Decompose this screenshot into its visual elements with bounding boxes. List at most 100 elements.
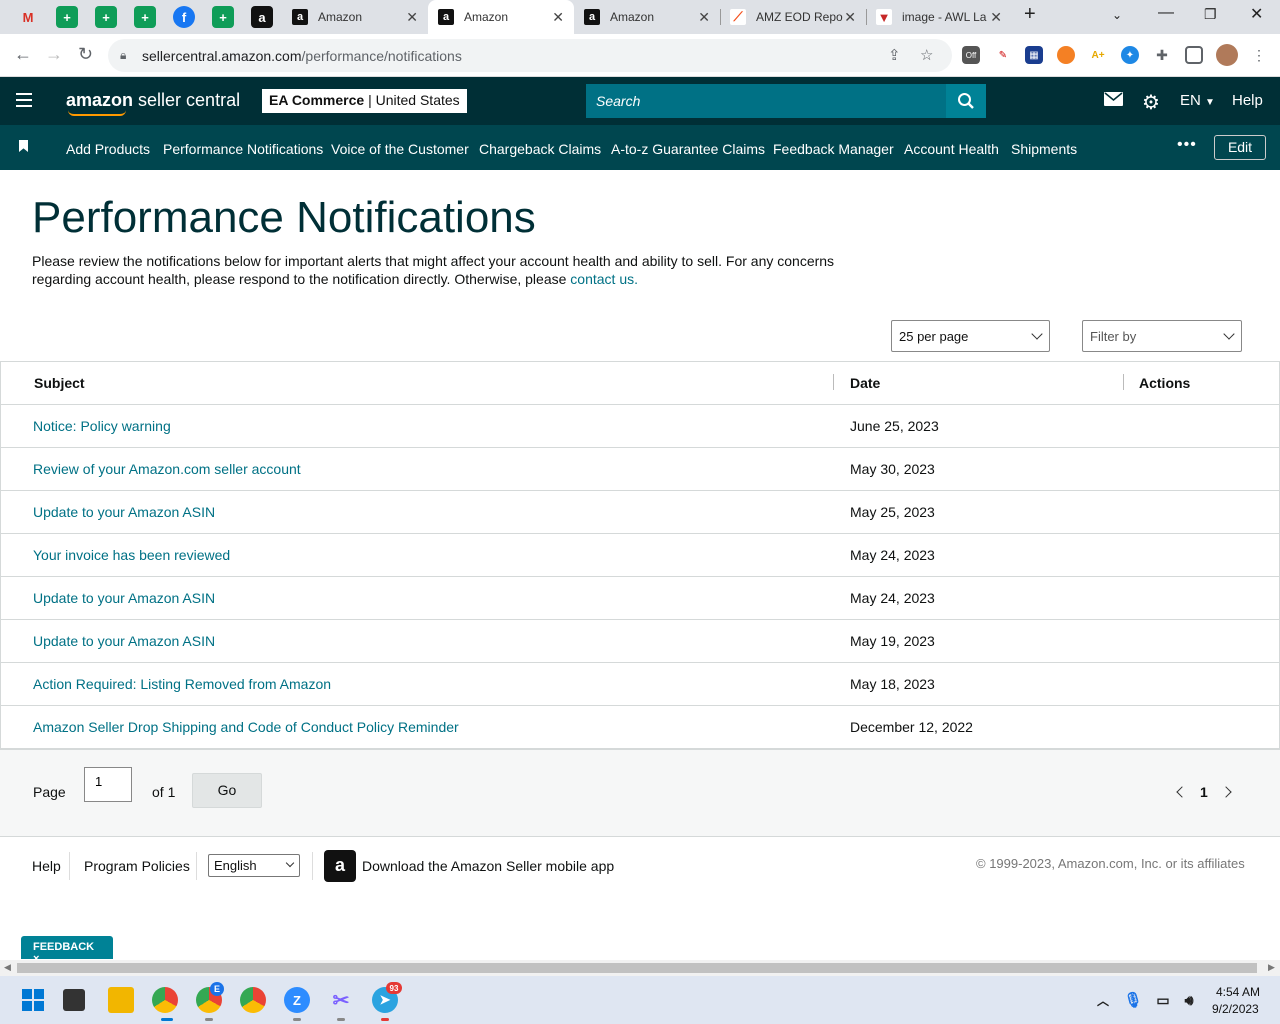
more-options-icon[interactable]: ••• [1177,136,1197,154]
reload-icon[interactable]: ↻ [78,44,93,65]
browser-tab[interactable]: a Amazon ✕ [282,0,428,34]
close-tab-icon[interactable]: ✕ [844,9,856,26]
close-tab-icon[interactable]: ✕ [990,9,1002,26]
seller-central-logo[interactable]: amazon seller central [66,90,240,116]
search-input[interactable]: Search [586,84,946,118]
close-tab-icon[interactable]: ✕ [406,9,418,26]
restore-icon[interactable]: ❐ [1204,6,1217,23]
scrollbar-thumb[interactable] [17,963,1257,973]
scroll-right-icon[interactable]: ▶ [1268,962,1275,973]
chevron-up-icon[interactable]: ︿ [1090,987,1116,1013]
tab-search-chevron-icon[interactable]: ⌄ [1112,8,1122,22]
clock-time[interactable]: 4:54 AM [1216,985,1260,999]
notification-subject-link[interactable]: Notice: Policy warning [33,418,171,434]
nav-item-chargeback-claims[interactable]: Chargeback Claims [479,141,601,157]
browser-tab[interactable]: a Amazon ✕ [574,0,720,34]
close-tab-icon[interactable]: ✕ [698,9,710,26]
notification-subject-link[interactable]: Your invoice has been reviewed [33,547,230,563]
nav-item-feedback-manager[interactable]: Feedback Manager [773,141,894,157]
notification-subject-link[interactable]: Review of your Amazon.com seller account [33,461,301,477]
profile-avatar[interactable] [1216,44,1238,66]
help-link[interactable]: Help [1232,92,1263,109]
chrome-profile-icon[interactable]: E [196,982,224,1013]
nav-item-voice-of-customer[interactable]: Voice of the Customer [331,141,469,157]
close-tab-icon[interactable]: ✕ [552,9,564,26]
extension-icon[interactable]: ✦ [1121,46,1139,64]
settings-gear-icon[interactable]: ⚙ [1142,90,1160,115]
windows-start-icon[interactable] [20,987,46,1013]
scroll-left-icon[interactable]: ◀ [4,962,11,973]
task-view-icon[interactable] [63,989,85,1011]
chrome-icon[interactable] [240,987,266,1013]
extension-icon[interactable]: ▦ [1025,46,1043,64]
nav-item-performance-notifications[interactable]: Performance Notifications [163,141,323,157]
footer-help-link[interactable]: Help [32,858,61,874]
back-arrow-icon[interactable]: ← [14,44,32,65]
volume-icon[interactable]: 🔊︎ [1176,987,1202,1013]
bookmark-star-icon[interactable]: ☆ [920,46,933,64]
minimize-icon[interactable]: — [1158,4,1174,22]
edit-nav-button[interactable]: Edit [1214,135,1266,160]
browser-tab[interactable]: ⟋ AMZ EOD Repo ✕ [720,0,866,34]
notification-subject-link[interactable]: Action Required: Listing Removed from Am… [33,676,331,692]
horizontal-scrollbar[interactable]: ◀ ▶ [0,960,1280,976]
extensions-puzzle-icon[interactable]: ✚ [1153,46,1171,64]
search-button[interactable] [946,84,986,118]
filter-select[interactable]: Filter by [1082,320,1242,352]
browser-menu-icon[interactable]: ⋮ [1250,46,1268,64]
browser-tab-active[interactable]: a Amazon ✕ [428,0,574,34]
side-panel-icon[interactable] [1185,46,1203,64]
extension-icon[interactable]: A+ [1089,46,1107,64]
gmail-pinned-tab-icon[interactable]: M [17,6,39,28]
sheets-pinned-tab-icon[interactable]: + [212,6,234,28]
page-number-input[interactable]: 1 [84,767,132,802]
extension-icon[interactable]: ✎ [994,46,1012,64]
previous-page-icon[interactable] [1176,786,1188,798]
nav-item-atoz-claims[interactable]: A-to-z Guarantee Claims [611,141,765,157]
share-icon[interactable]: ⇪ [888,46,901,64]
extension-icon[interactable] [1057,46,1075,64]
snipping-tool-icon[interactable]: ✂ [328,987,354,1013]
forward-arrow-icon[interactable]: → [45,44,63,65]
download-app-link[interactable]: Download the Amazon Seller mobile app [362,858,614,874]
notification-subject-link[interactable]: Amazon Seller Drop Shipping and Code of … [33,719,459,735]
sheets-pinned-tab-icon[interactable]: + [95,6,117,28]
notification-subject-link[interactable]: Update to your Amazon ASIN [33,590,215,606]
bookmark-icon[interactable] [19,140,28,152]
notification-subject-link[interactable]: Update to your Amazon ASIN [33,633,215,649]
nav-item-add-products[interactable]: Add Products [66,141,150,157]
sheets-pinned-tab-icon[interactable]: + [56,6,78,28]
amazon-pinned-tab-icon[interactable]: a [251,6,273,28]
facebook-pinned-tab-icon[interactable]: f [173,6,195,28]
file-explorer-icon[interactable] [108,987,134,1013]
footer-program-policies-link[interactable]: Program Policies [84,858,190,874]
store-selector[interactable]: EA Commerce | United States [262,89,467,113]
feedback-tab[interactable]: FEEDBACK × [21,936,113,965]
next-page-icon[interactable] [1220,786,1232,798]
amazon-seller-app-icon[interactable]: a [324,850,356,882]
footer-language-select[interactable]: English [208,854,300,877]
new-tab-icon[interactable]: + [1024,3,1036,26]
browser-tab[interactable]: ▼ image - AWL La ✕ [866,0,1012,34]
go-button[interactable]: Go [192,773,262,808]
nav-item-account-health[interactable]: Account Health [904,141,999,157]
clock-date[interactable]: 9/2/2023 [1212,1002,1259,1016]
zoom-icon[interactable]: Z [284,987,310,1013]
chrome-icon[interactable] [152,987,178,1013]
column-header-date[interactable]: Date [850,375,880,391]
contact-us-link[interactable]: contact us. [570,271,638,287]
address-bar[interactable]: 🔒︎ sellercentral.amazon.com/performance/… [108,39,952,72]
microphone-icon[interactable]: 🎙︎ [1120,987,1146,1013]
nav-item-shipments[interactable]: Shipments [1011,141,1077,157]
telegram-icon[interactable]: ➤ 93 [372,982,402,1013]
current-page-number[interactable]: 1 [1200,784,1208,800]
hamburger-menu-icon[interactable] [16,93,32,107]
per-page-select[interactable]: 25 per page [891,320,1050,352]
network-icon[interactable]: ▭ [1150,987,1176,1013]
close-window-icon[interactable]: ✕ [1250,4,1263,24]
language-selector[interactable]: EN ▼ [1180,92,1215,109]
sheets-pinned-tab-icon[interactable]: + [134,6,156,28]
extension-off-icon[interactable]: Off [962,46,980,64]
column-header-subject[interactable]: Subject [34,375,85,391]
mail-icon[interactable] [1104,92,1123,110]
